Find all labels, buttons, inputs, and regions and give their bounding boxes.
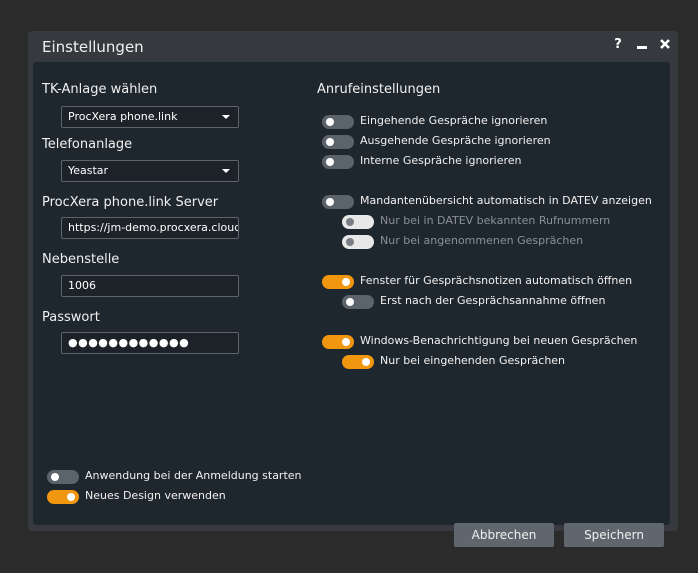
- toggle-label: Anwendung bei der Anmeldung starten: [85, 469, 302, 482]
- toggle-label: Windows-Benachrichtigung bei neuen Gespr…: [360, 334, 638, 347]
- anrufeinstellungen-title: Anrufeinstellungen: [317, 82, 441, 97]
- settings-panel: TK-Anlage wählen ProcXera phone.link Tel…: [33, 62, 670, 547]
- server-input[interactable]: https://jm-demo.procxera.cloud/: [61, 217, 239, 239]
- toggle-switch[interactable]: [322, 335, 354, 349]
- toggle-switch[interactable]: [322, 275, 354, 289]
- nebenstelle-input[interactable]: 1006: [61, 275, 239, 297]
- toggle-label: Eingehende Gespräche ignorieren: [360, 114, 548, 127]
- toggle-switch[interactable]: [342, 295, 374, 309]
- toggle-label: Interne Gespräche ignorieren: [360, 154, 522, 167]
- toggle-switch[interactable]: [342, 235, 374, 249]
- telefonanlage-label: Telefonanlage: [42, 137, 133, 152]
- save-button[interactable]: Speichern: [564, 523, 664, 547]
- toggle-switch[interactable]: [47, 470, 79, 484]
- toggle-switch[interactable]: [342, 355, 374, 369]
- cancel-button[interactable]: Abbrechen: [454, 523, 554, 547]
- passwort-label: Passwort: [42, 310, 100, 325]
- toggle-label: Mandantenübersicht automatisch in DATEV …: [360, 194, 652, 207]
- passwort-input[interactable]: ●●●●●●●●●●●●: [61, 332, 239, 354]
- toggle-label: Fenster für Gesprächsnotizen automatisch…: [360, 274, 633, 287]
- toggle-label: Ausgehende Gespräche ignorieren: [360, 134, 551, 147]
- toggle-switch[interactable]: [342, 215, 374, 229]
- minimize-icon[interactable]: [634, 37, 650, 53]
- toggle-switch[interactable]: [322, 115, 354, 129]
- toggle-label: Nur bei angenommenen Gesprächen: [380, 234, 584, 247]
- settings-window: Einstellungen ? TK-Anlage wählen ProcXer…: [28, 31, 678, 547]
- tk-anlage-label: TK-Anlage wählen: [42, 82, 158, 97]
- telefonanlage-select[interactable]: Yeastar: [61, 160, 239, 182]
- toggle-switch[interactable]: [322, 195, 354, 209]
- tk-anlage-value: ProcXera phone.link: [68, 110, 178, 123]
- chevron-down-icon: [222, 169, 230, 173]
- title-bar[interactable]: Einstellungen ?: [28, 31, 678, 61]
- help-icon[interactable]: ?: [610, 37, 626, 53]
- chevron-down-icon: [222, 115, 230, 119]
- toggle-switch[interactable]: [322, 135, 354, 149]
- close-icon[interactable]: [657, 37, 673, 53]
- toggle-switch[interactable]: [47, 490, 79, 504]
- server-label: ProcXera phone.link Server: [42, 195, 219, 210]
- window-title: Einstellungen: [42, 38, 144, 56]
- tk-anlage-select[interactable]: ProcXera phone.link: [61, 106, 239, 128]
- toggle-label: Neues Design verwenden: [85, 489, 226, 502]
- toggle-label: Erst nach der Gesprächsannahme öffnen: [380, 294, 606, 307]
- nebenstelle-label: Nebenstelle: [42, 252, 120, 267]
- toggle-switch[interactable]: [322, 155, 354, 169]
- telefonanlage-value: Yeastar: [68, 164, 109, 177]
- toggle-label: Nur bei eingehenden Gesprächen: [380, 354, 566, 367]
- toggle-label: Nur bei in DATEV bekannten Rufnummern: [380, 214, 611, 227]
